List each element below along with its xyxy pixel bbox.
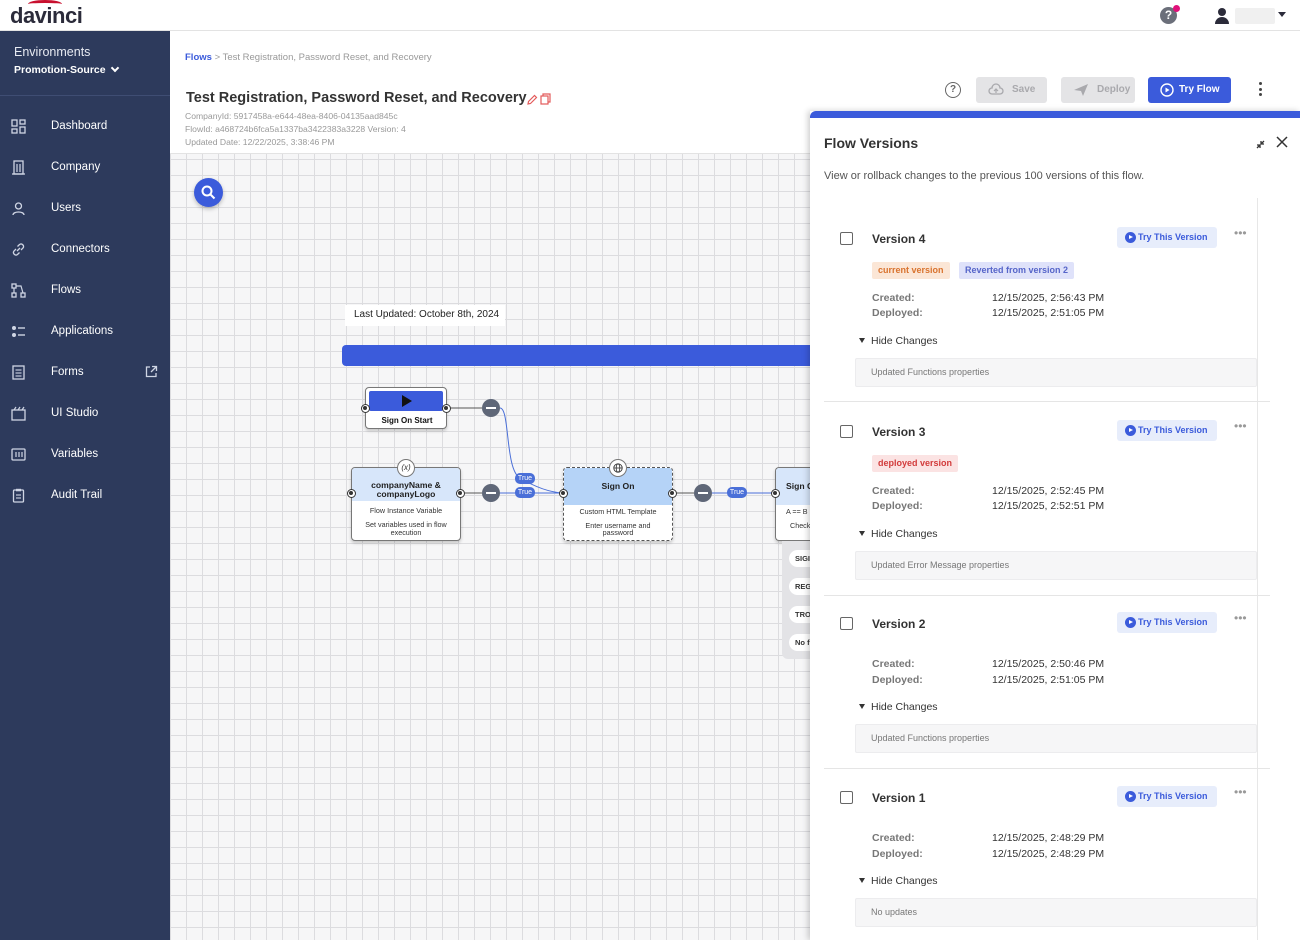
true-condition-label[interactable]: True (727, 487, 747, 498)
flow-node-sign-on[interactable]: Sign On Custom HTML Template Enter usern… (563, 467, 673, 541)
node-output-port[interactable] (442, 404, 451, 413)
changes-summary: No updates (855, 898, 1257, 927)
globe-icon (609, 459, 627, 477)
node-header (369, 391, 443, 411)
caret-down-icon (859, 531, 865, 536)
play-circle-icon (1125, 232, 1136, 243)
caret-down-icon (859, 704, 865, 709)
try-version-label: Try This Version (1138, 791, 1208, 801)
try-version-label: Try This Version (1138, 232, 1208, 242)
deployed-value: 12/15/2025, 2:51:05 PM (992, 674, 1105, 686)
deployed-value: 12/15/2025, 2:51:05 PM (992, 307, 1105, 319)
created-label: Created: (872, 832, 915, 844)
more-options-icon[interactable]: ••• (1234, 612, 1248, 624)
changes-summary: Updated Error Message properties (855, 551, 1257, 580)
node-desc-line2: password (602, 528, 634, 537)
node-label: Sign On Start (381, 416, 433, 425)
hide-changes-toggle[interactable]: Hide Changes (859, 875, 938, 887)
version-name: Version 3 (872, 425, 926, 439)
node-type: Flow Instance Variable (369, 506, 443, 515)
version-card: Version 1 Try This Version ••• Created: … (824, 769, 1270, 940)
node-output-port[interactable] (668, 489, 677, 498)
try-this-version-button[interactable]: Try This Version (1117, 227, 1217, 248)
node-output-port[interactable] (456, 489, 465, 498)
current-version-badge: current version (872, 262, 950, 279)
version-name: Version 2 (872, 617, 926, 631)
version-name: Version 1 (872, 791, 926, 805)
more-options-icon[interactable]: ••• (1234, 227, 1248, 239)
changes-summary: Updated Functions properties (855, 724, 1257, 753)
hide-changes-label: Hide Changes (871, 528, 938, 540)
try-version-label: Try This Version (1138, 425, 1208, 435)
try-version-label: Try This Version (1138, 617, 1208, 627)
more-options-icon[interactable]: ••• (1234, 786, 1248, 798)
more-options-icon[interactable]: ••• (1234, 420, 1248, 432)
connector-handle-icon[interactable] (482, 484, 500, 502)
version-card: Version 2 Try This Version ••• Created: … (824, 596, 1270, 769)
collapse-icon[interactable] (1256, 140, 1265, 149)
version-checkbox[interactable] (840, 791, 853, 804)
panel-title: Flow Versions (824, 135, 919, 151)
connector-handle-icon[interactable] (482, 399, 500, 417)
version-checkbox[interactable] (840, 425, 853, 438)
try-this-version-button[interactable]: Try This Version (1117, 786, 1217, 807)
caret-down-icon (859, 878, 865, 883)
created-label: Created: (872, 292, 915, 304)
flow-versions-panel: Flow Versions View or rollback changes t… (810, 111, 1300, 940)
play-circle-icon (1125, 617, 1136, 628)
panel-accent-bar (810, 111, 1300, 118)
version-checkbox[interactable] (840, 617, 853, 630)
close-icon[interactable] (1275, 135, 1289, 149)
deployed-value: 12/15/2025, 2:52:51 PM (992, 500, 1105, 512)
branch-list: SIGI REG TRO No f (782, 541, 813, 659)
node-input-port[interactable] (361, 404, 370, 413)
deployed-label: Deployed: (872, 307, 923, 319)
node-type: Custom HTML Template (579, 507, 657, 516)
created-label: Created: (872, 658, 915, 670)
flow-node-company-variables[interactable]: companyName & companyLogo Flow Instance … (351, 467, 461, 541)
variable-icon: (x) (397, 459, 415, 477)
changes-summary: Updated Functions properties (855, 358, 1257, 387)
connector-handle-icon[interactable] (694, 484, 712, 502)
node-desc-line2: execution (390, 528, 422, 537)
node-input-port[interactable] (559, 489, 568, 498)
try-this-version-button[interactable]: Try This Version (1117, 420, 1217, 441)
play-icon (402, 395, 412, 407)
hide-changes-toggle[interactable]: Hide Changes (859, 335, 938, 347)
reverted-badge: Reverted from version 2 (959, 262, 1075, 279)
created-value: 12/15/2025, 2:56:43 PM (992, 292, 1105, 304)
created-value: 12/15/2025, 2:48:29 PM (992, 832, 1105, 844)
hide-changes-label: Hide Changes (871, 701, 938, 713)
version-name: Version 4 (872, 232, 926, 246)
version-checkbox[interactable] (840, 232, 853, 245)
deployed-value: 12/15/2025, 2:48:29 PM (992, 848, 1105, 860)
caret-down-icon (859, 338, 865, 343)
hide-changes-label: Hide Changes (871, 875, 938, 887)
created-value: 12/15/2025, 2:52:45 PM (992, 485, 1105, 497)
version-card: Version 4 Try This Version ••• current v… (824, 208, 1270, 402)
node-title-line2: companyLogo (376, 489, 436, 499)
version-card: Version 3 Try This Version ••• deployed … (824, 402, 1270, 596)
flow-node-sign-on-start[interactable]: Sign On Start (365, 387, 447, 429)
try-this-version-button[interactable]: Try This Version (1117, 612, 1217, 633)
hide-changes-toggle[interactable]: Hide Changes (859, 528, 938, 540)
true-condition-label[interactable]: True (515, 487, 535, 498)
hide-changes-toggle[interactable]: Hide Changes (859, 701, 938, 713)
play-circle-icon (1125, 425, 1136, 436)
created-value: 12/15/2025, 2:50:46 PM (992, 658, 1105, 670)
hide-changes-label: Hide Changes (871, 335, 938, 347)
node-title: Sign On (601, 481, 635, 491)
node-input-port[interactable] (347, 489, 356, 498)
deployed-label: Deployed: (872, 674, 923, 686)
flow-node-sign-on-check[interactable]: Sign O A == B Check (775, 467, 815, 541)
panel-description: View or rollback changes to the previous… (824, 170, 1145, 182)
deployed-label: Deployed: (872, 500, 923, 512)
node-input-port[interactable] (771, 489, 780, 498)
true-condition-label[interactable]: True (515, 473, 535, 484)
deployed-version-badge: deployed version (872, 455, 959, 472)
play-circle-icon (1125, 791, 1136, 802)
created-label: Created: (872, 485, 915, 497)
deployed-label: Deployed: (872, 848, 923, 860)
